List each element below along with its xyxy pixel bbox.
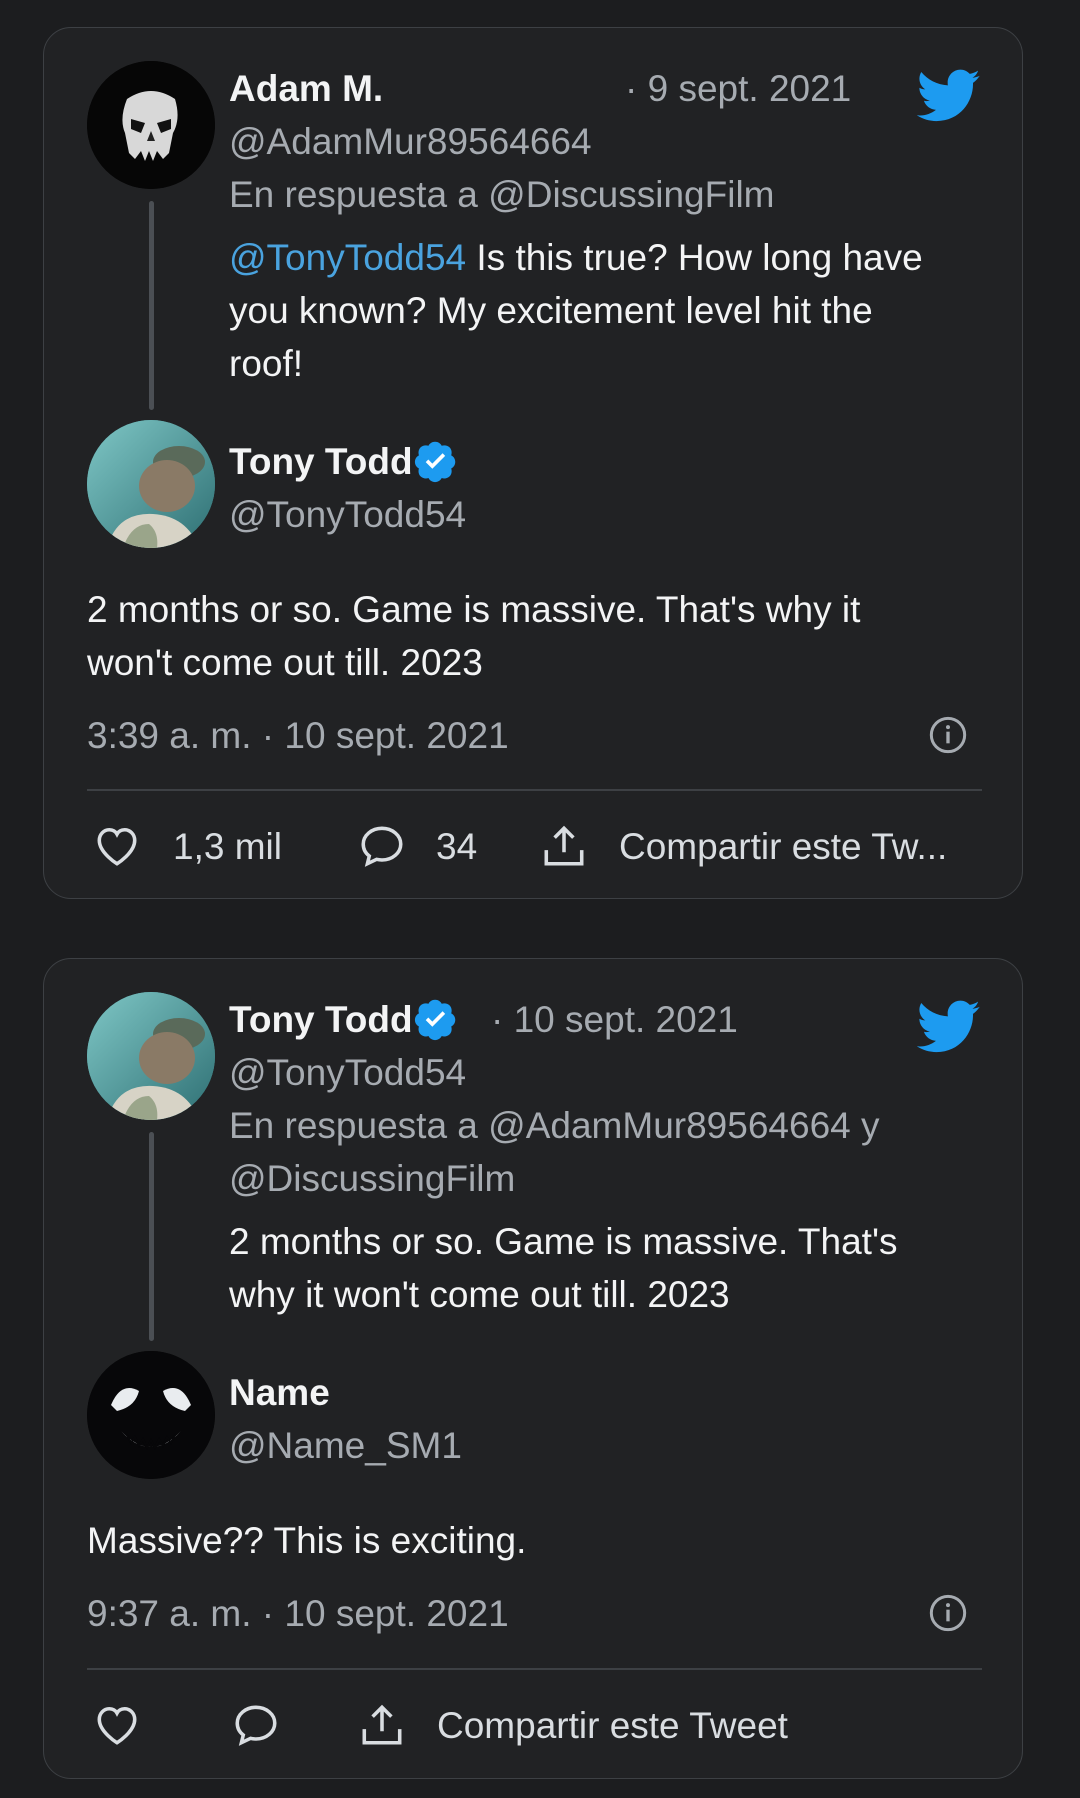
tweet-body-line: you known? My excitement level hit the [229,290,873,331]
info-icon[interactable] [928,715,968,755]
twitter-bird-icon[interactable] [917,999,981,1055]
tweet-date[interactable]: · 10 sept. 2021 [491,1001,738,1038]
mention-link[interactable]: @TonyTodd54 [229,237,466,278]
like-count[interactable]: 1,3 mil [173,828,282,865]
divider [87,1668,982,1670]
author-handle[interactable]: @AdamMur89564664 [229,123,592,160]
author-name[interactable]: Tony Todd [229,1001,413,1038]
tweet-body: Massive?? This is exciting. [87,1514,526,1567]
reply-bubble-icon[interactable] [357,821,407,871]
verified-badge-icon [414,999,456,1041]
author-handle[interactable]: @TonyTodd54 [229,496,466,533]
share-icon[interactable] [357,1700,407,1750]
author-name[interactable]: Adam M. [229,70,383,107]
profile-photo-icon [87,992,215,1120]
skull-avatar-icon [87,61,215,189]
tweet-timestamp[interactable]: 9:37 a. m. · 10 sept. 2021 [87,1595,509,1632]
tweet-body-line: why it won't come out till. 2023 [229,1274,730,1315]
reply-context[interactable]: En respuesta a @DiscussingFilm [229,176,774,213]
reply-bubble-icon[interactable] [231,1700,281,1750]
avatar-name[interactable] [87,1351,215,1479]
share-icon[interactable] [539,821,589,871]
venom-avatar-icon [87,1351,215,1479]
avatar-tony-todd[interactable] [87,992,215,1120]
heart-icon[interactable] [92,1700,142,1750]
tweet-timestamp[interactable]: 3:39 a. m. · 10 sept. 2021 [87,717,509,754]
share-tweet-link[interactable]: Compartir este Tweet [437,1707,788,1744]
embedded-tweet-card-1[interactable]: Adam M. · 9 sept. 2021 @AdamMur89564664 … [43,27,1023,899]
avatar-adam[interactable] [87,61,215,189]
author-name[interactable]: Name [229,1374,330,1411]
embedded-tweet-card-2[interactable]: Tony Todd · 10 sept. 2021 @TonyTodd54 En… [43,958,1023,1779]
tweet-date[interactable]: · 9 sept. 2021 [625,70,851,107]
profile-photo-icon [87,420,215,548]
author-handle[interactable]: @Name_SM1 [229,1427,462,1464]
thread-connector [149,1132,154,1341]
tweet-body-line: won't come out till. 2023 [87,642,483,683]
tweet-body: 2 months or so. Game is massive. That's … [229,1215,898,1321]
heart-icon[interactable] [92,821,142,871]
info-icon[interactable] [928,1593,968,1633]
tweet-body: 2 months or so. Game is massive. That's … [87,583,860,689]
twitter-bird-icon[interactable] [917,68,981,124]
thread-connector [149,201,154,410]
share-tweet-link[interactable]: Compartir este Tw... [619,828,947,865]
tweet-body-line: Massive?? This is exciting. [87,1520,527,1561]
tweet-body-line: 2 months or so. Game is massive. That's [229,1221,898,1262]
tweet-body: @TonyTodd54 Is this true? How long have … [229,231,923,390]
author-handle[interactable]: @TonyTodd54 [229,1054,466,1091]
tweet-body-line: Is this true? How long have [466,237,923,278]
avatar-tony-todd[interactable] [87,420,215,548]
divider [87,789,982,791]
tweet-body-line: roof! [229,343,304,384]
verified-badge-icon [414,441,456,483]
author-name[interactable]: Tony Todd [229,443,413,480]
reply-count[interactable]: 34 [436,828,477,865]
reply-context[interactable]: En respuesta a @AdamMur89564664 y [229,1107,880,1144]
tweet-body-line: 2 months or so. Game is massive. That's … [87,589,861,630]
reply-context[interactable]: @DiscussingFilm [229,1160,515,1197]
